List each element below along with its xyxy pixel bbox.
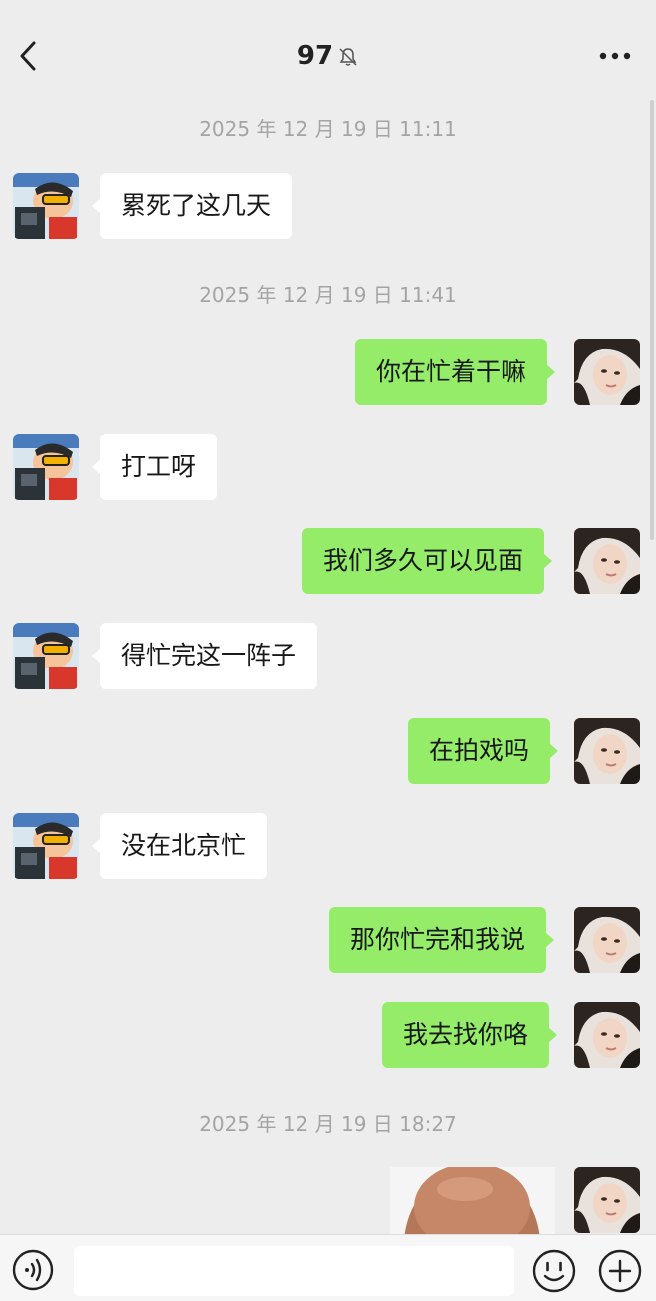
photo-thumbnail-icon xyxy=(390,1167,555,1237)
message-bubble-self[interactable]: 我们多久可以见面 xyxy=(302,528,553,594)
plus-icon xyxy=(598,1249,642,1293)
self-avatar[interactable] xyxy=(574,1002,640,1068)
voice-button[interactable] xyxy=(12,1249,54,1291)
scrollbar[interactable] xyxy=(650,100,654,540)
chat-title: 97 xyxy=(296,41,334,71)
bell-off-icon xyxy=(339,47,357,66)
self-avatar[interactable] xyxy=(574,718,640,784)
cartoon-avatar-icon xyxy=(13,173,79,239)
photo-avatar-icon xyxy=(574,1002,640,1068)
emoji-button[interactable] xyxy=(532,1249,576,1293)
contact-avatar[interactable] xyxy=(13,813,79,879)
photo-avatar-icon xyxy=(574,907,640,973)
message-bubble-self[interactable]: 我去找你咯 xyxy=(382,1002,558,1068)
contact-avatar[interactable] xyxy=(13,173,79,239)
message-bubble[interactable]: 没在北京忙 xyxy=(91,813,268,879)
message-bubble-self[interactable]: 在拍戏吗 xyxy=(408,718,559,784)
message-input[interactable] xyxy=(74,1246,514,1296)
timestamp: 2025 年 12 月 19 日 11:41 xyxy=(199,283,457,307)
plus-button[interactable] xyxy=(598,1249,642,1293)
more-dots-icon xyxy=(599,52,631,60)
message-bubble-self[interactable]: 那你忙完和我说 xyxy=(329,907,555,973)
photo-avatar-icon xyxy=(574,1167,640,1233)
message-bubble[interactable]: 累死了这几天 xyxy=(91,173,293,239)
timestamp: 2025 年 12 月 19 日 18:27 xyxy=(199,1112,457,1136)
voice-icon xyxy=(12,1249,54,1291)
self-avatar[interactable] xyxy=(574,528,640,594)
photo-avatar-icon xyxy=(574,718,640,784)
emoji-icon xyxy=(532,1249,576,1293)
image-message[interactable] xyxy=(390,1167,555,1237)
more-button[interactable] xyxy=(598,44,632,68)
cartoon-avatar-icon xyxy=(13,434,79,500)
self-avatar[interactable] xyxy=(574,1167,640,1233)
chat-title-wrap: 97 xyxy=(0,38,656,74)
chat-header: 97 xyxy=(0,0,656,110)
contact-avatar[interactable] xyxy=(13,434,79,500)
photo-avatar-icon xyxy=(574,528,640,594)
message-bubble[interactable]: 得忙完这一阵子 xyxy=(91,623,318,689)
self-avatar[interactable] xyxy=(574,907,640,973)
photo-avatar-icon xyxy=(574,339,640,405)
timestamp: 2025 年 12 月 19 日 11:11 xyxy=(199,117,457,141)
input-bar xyxy=(0,1234,656,1301)
cartoon-avatar-icon xyxy=(13,813,79,879)
message-bubble[interactable]: 打工呀 xyxy=(91,434,218,500)
contact-avatar[interactable] xyxy=(13,623,79,689)
self-avatar[interactable] xyxy=(574,339,640,405)
message-bubble-self[interactable]: 你在忙着干嘛 xyxy=(355,339,556,405)
cartoon-avatar-icon xyxy=(13,623,79,689)
